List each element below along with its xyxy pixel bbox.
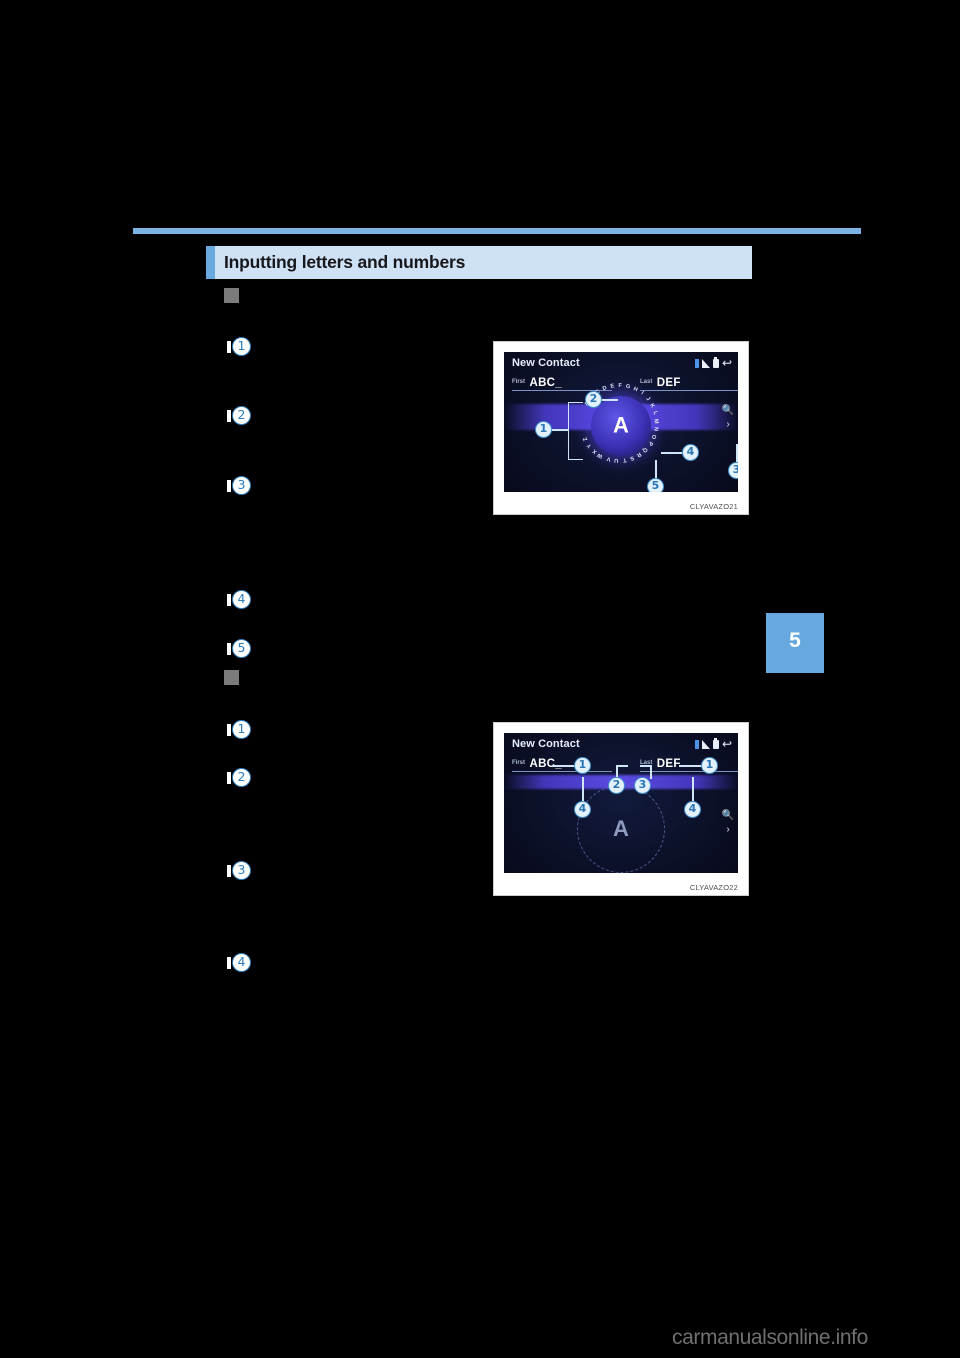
- wheel-character[interactable]: W: [596, 451, 603, 459]
- callout-list-1-item-5: 5: [227, 639, 251, 658]
- back-arrow-icon[interactable]: ↩: [722, 357, 732, 369]
- figure-2-callout-4b: 4: [684, 801, 701, 818]
- leader-1-5: [655, 460, 657, 480]
- figure-1-callout-4: 4: [682, 444, 699, 461]
- wheel-character[interactable]: G: [625, 384, 630, 391]
- signal-icon: [701, 739, 710, 749]
- wheel-character[interactable]: L: [652, 410, 659, 415]
- back-arrow-icon[interactable]: ↩: [722, 738, 732, 750]
- wheel-character[interactable]: I: [640, 390, 645, 396]
- leader-bracket-1: [568, 402, 583, 460]
- first-name-value-2: ABC_: [529, 758, 562, 770]
- screen-title-2: New Contact: [512, 738, 580, 750]
- figure-1-callout-3: 3: [728, 462, 738, 479]
- first-name-field-2[interactable]: First ABC_: [512, 754, 612, 772]
- first-name-label-1: First: [512, 378, 526, 385]
- first-name-value-1: ABC_: [529, 377, 562, 389]
- figure-1-screen: New Contact ↩ First ABC_ Last DEF A D E …: [504, 352, 738, 492]
- wheel-character[interactable]: N: [652, 427, 658, 432]
- subsection-marker-1: [224, 288, 239, 303]
- signal-icon: [701, 358, 710, 368]
- leader-1-2: [601, 399, 618, 401]
- leader-2-4b: [692, 777, 694, 803]
- figure-1-callout-1: 1: [535, 421, 552, 438]
- chevron-right-icon[interactable]: ›: [726, 420, 729, 430]
- figure-1-caption: CLYAVAZO21: [689, 502, 738, 511]
- callout-list-1-item-1: 1: [227, 337, 251, 356]
- bluetooth-icon: [694, 358, 699, 368]
- status-bar-2: ↩: [694, 737, 732, 750]
- wheel-character[interactable]: O: [650, 434, 657, 440]
- chevron-right-icon[interactable]: ›: [726, 825, 729, 835]
- screen-title-1: New Contact: [512, 357, 580, 369]
- wheel-character[interactable]: H: [632, 386, 638, 393]
- figure-2: New Contact ↩ First ABC_ Last DEF A 🔍 › …: [493, 722, 749, 896]
- chapter-tab-number: 5: [789, 629, 801, 652]
- wheel-character[interactable]: E: [610, 383, 615, 390]
- wheel-character[interactable]: Y: [586, 442, 593, 449]
- figure-2-caption: CLYAVAZO22: [689, 883, 738, 892]
- wheel-character[interactable]: U: [614, 457, 618, 463]
- last-name-value-2: DEF: [656, 758, 681, 770]
- selected-character-2: A: [613, 816, 629, 841]
- figure-2-screen: New Contact ↩ First ABC_ Last DEF A 🔍 › …: [504, 733, 738, 873]
- wheel-character[interactable]: J: [644, 396, 651, 402]
- figure-2-callout-2: 2: [608, 777, 625, 794]
- callout-list-2-item-1: 1: [227, 720, 251, 739]
- battery-icon: [712, 737, 719, 749]
- bluetooth-icon: [694, 739, 699, 749]
- side-tools-2: 🔍 ›: [721, 811, 735, 835]
- figure-2-callout-3: 3: [634, 777, 651, 794]
- search-icon[interactable]: 🔍: [722, 811, 734, 821]
- wheel-character[interactable]: R: [635, 451, 642, 458]
- callout-list-2-item-3: 3: [227, 861, 251, 880]
- last-name-field-2[interactable]: Last DEF: [640, 754, 738, 772]
- leader-1-4: [661, 452, 683, 454]
- subsection-marker-2: [224, 670, 239, 685]
- leader-2-3v: [650, 765, 652, 779]
- wheel-character[interactable]: F: [618, 383, 622, 389]
- callout-list-1-item-4: 4: [227, 590, 251, 609]
- figure-2-callout-1a: 1: [574, 757, 591, 774]
- manual-page: Inputting letters and numbers 5 1 2 3 4 …: [0, 0, 960, 1358]
- watermark: carmanualsonline.info: [672, 1326, 868, 1349]
- figure-1-callout-2: 2: [585, 391, 602, 408]
- callout-list-1-item-2: 2: [227, 406, 251, 425]
- section-title-bar: Inputting letters and numbers: [206, 246, 752, 279]
- wheel-character[interactable]: T: [622, 456, 627, 463]
- search-icon[interactable]: 🔍: [722, 406, 734, 416]
- status-bar-1: ↩: [694, 356, 732, 369]
- wheel-character[interactable]: D: [602, 385, 608, 392]
- figure-1: New Contact ↩ First ABC_ Last DEF A D E …: [493, 341, 749, 515]
- figure-2-callout-4a: 4: [574, 801, 591, 818]
- chapter-tab-5[interactable]: 5: [766, 613, 824, 673]
- callout-list-2-item-2: 2: [227, 768, 251, 787]
- wheel-character[interactable]: S: [629, 454, 635, 461]
- header-rule: [133, 228, 861, 234]
- leader-2-1b: [679, 765, 703, 767]
- first-name-underline-2: [512, 771, 612, 772]
- battery-icon: [712, 356, 719, 368]
- wheel-character[interactable]: Q: [641, 446, 648, 453]
- leader-2-1a: [552, 765, 576, 767]
- section-title-accent: [206, 246, 215, 279]
- callout-list-2-item-4: 4: [227, 953, 251, 972]
- selected-character-1: A: [613, 412, 629, 438]
- callout-list-1-item-3: 3: [227, 476, 251, 495]
- figure-2-callout-1b: 1: [701, 757, 718, 774]
- wheel-character[interactable]: M: [652, 419, 658, 424]
- first-name-label-2: First: [512, 759, 526, 766]
- wheel-character[interactable]: V: [606, 455, 611, 462]
- wheel-character[interactable]: K: [648, 403, 655, 410]
- leader-2-2: [616, 765, 628, 767]
- wheel-character[interactable]: Z: [582, 436, 589, 442]
- figure-1-callout-5: 5: [647, 478, 664, 492]
- leader-2-4a: [582, 777, 584, 803]
- side-tools-1: 🔍 ›: [721, 406, 735, 430]
- leader-1-1: [551, 429, 569, 431]
- last-name-underline-2: [640, 771, 738, 772]
- wheel-character[interactable]: P: [647, 440, 654, 446]
- page-title: Inputting letters and numbers: [224, 251, 466, 272]
- leader-1-3: [736, 444, 738, 464]
